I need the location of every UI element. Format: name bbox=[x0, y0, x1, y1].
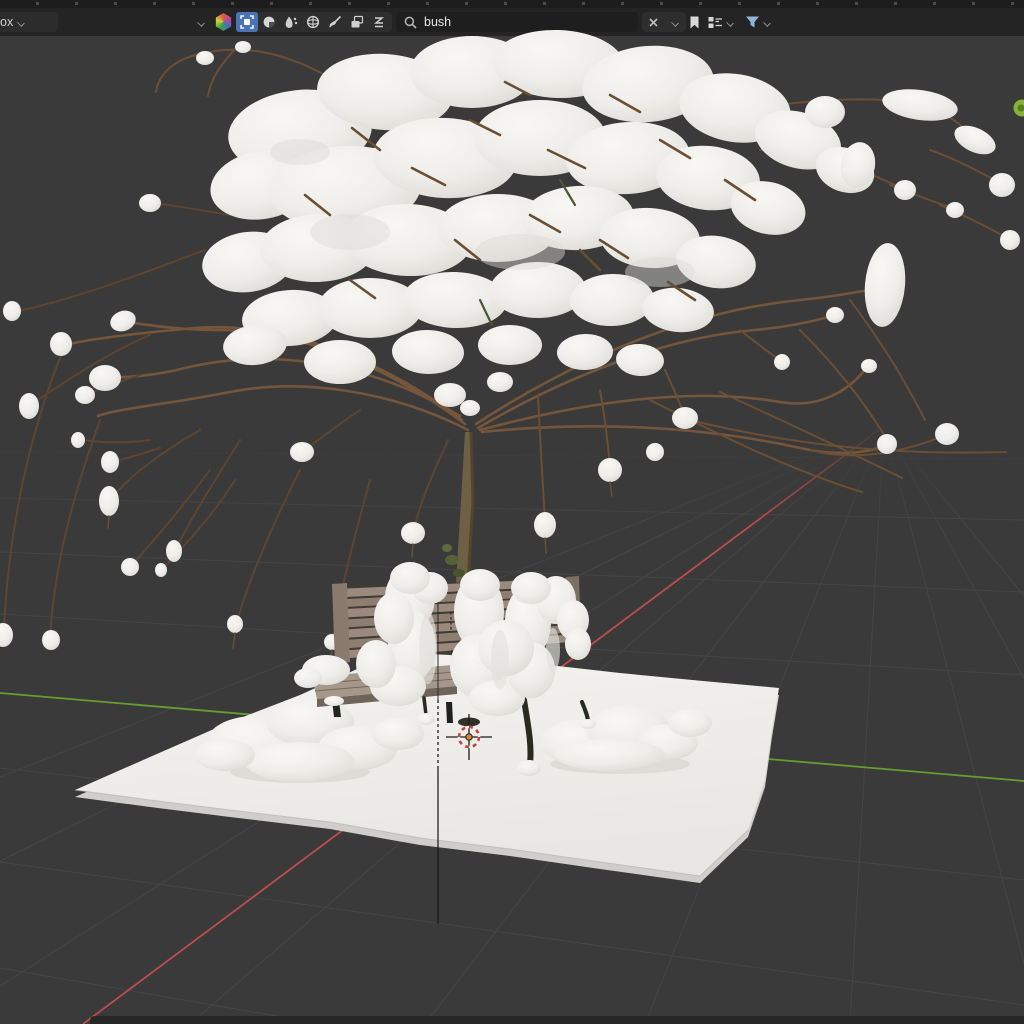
viewport-3d[interactable] bbox=[0, 0, 1024, 1024]
editor-divider[interactable] bbox=[90, 1016, 1024, 1024]
blender-window: ox bbox=[0, 0, 1024, 1024]
origin-dot bbox=[466, 734, 472, 740]
